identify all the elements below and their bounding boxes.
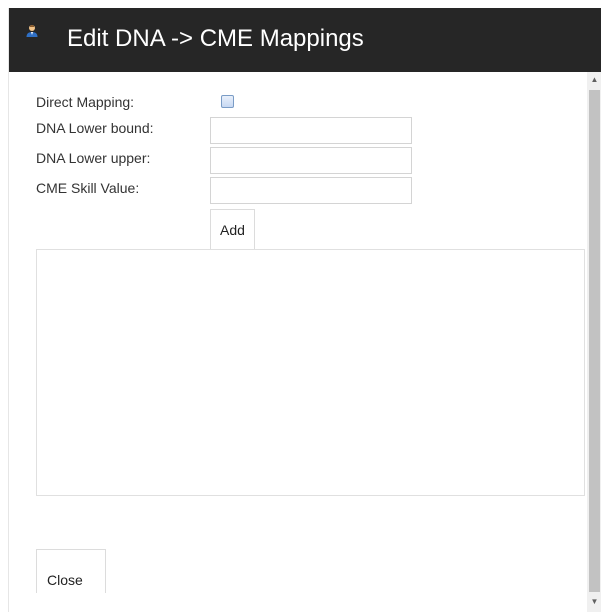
dna-lower-upper-input[interactable] (210, 147, 412, 174)
direct-mapping-checkbox[interactable] (221, 95, 234, 108)
scroll-up-arrow-icon[interactable]: ▲ (587, 72, 601, 88)
cme-skill-value-input[interactable] (210, 177, 412, 204)
dialog-title: Edit DNA -> CME Mappings (67, 25, 364, 52)
scrollbar-thumb[interactable] (589, 90, 600, 592)
user-icon (25, 24, 39, 42)
close-button[interactable]: Close (36, 549, 106, 593)
dna-lower-bound-label: DNA Lower bound: (36, 120, 154, 136)
scroll-down-arrow-icon[interactable]: ▼ (587, 594, 601, 610)
dialog-content: Direct Mapping: DNA Lower bound: DNA Low… (9, 72, 601, 612)
edit-mappings-dialog: Edit DNA -> CME Mappings Direct Mapping:… (8, 8, 601, 612)
direct-mapping-label: Direct Mapping: (36, 94, 135, 110)
vertical-scrollbar[interactable]: ▲ ▼ (587, 72, 601, 612)
add-button[interactable]: Add (210, 209, 255, 249)
dialog-titlebar: Edit DNA -> CME Mappings (9, 8, 601, 72)
cme-skill-value-label: CME Skill Value: (36, 180, 140, 196)
dna-lower-upper-label: DNA Lower upper: (36, 150, 151, 166)
mappings-list[interactable] (36, 249, 585, 496)
dna-lower-bound-input[interactable] (210, 117, 412, 144)
